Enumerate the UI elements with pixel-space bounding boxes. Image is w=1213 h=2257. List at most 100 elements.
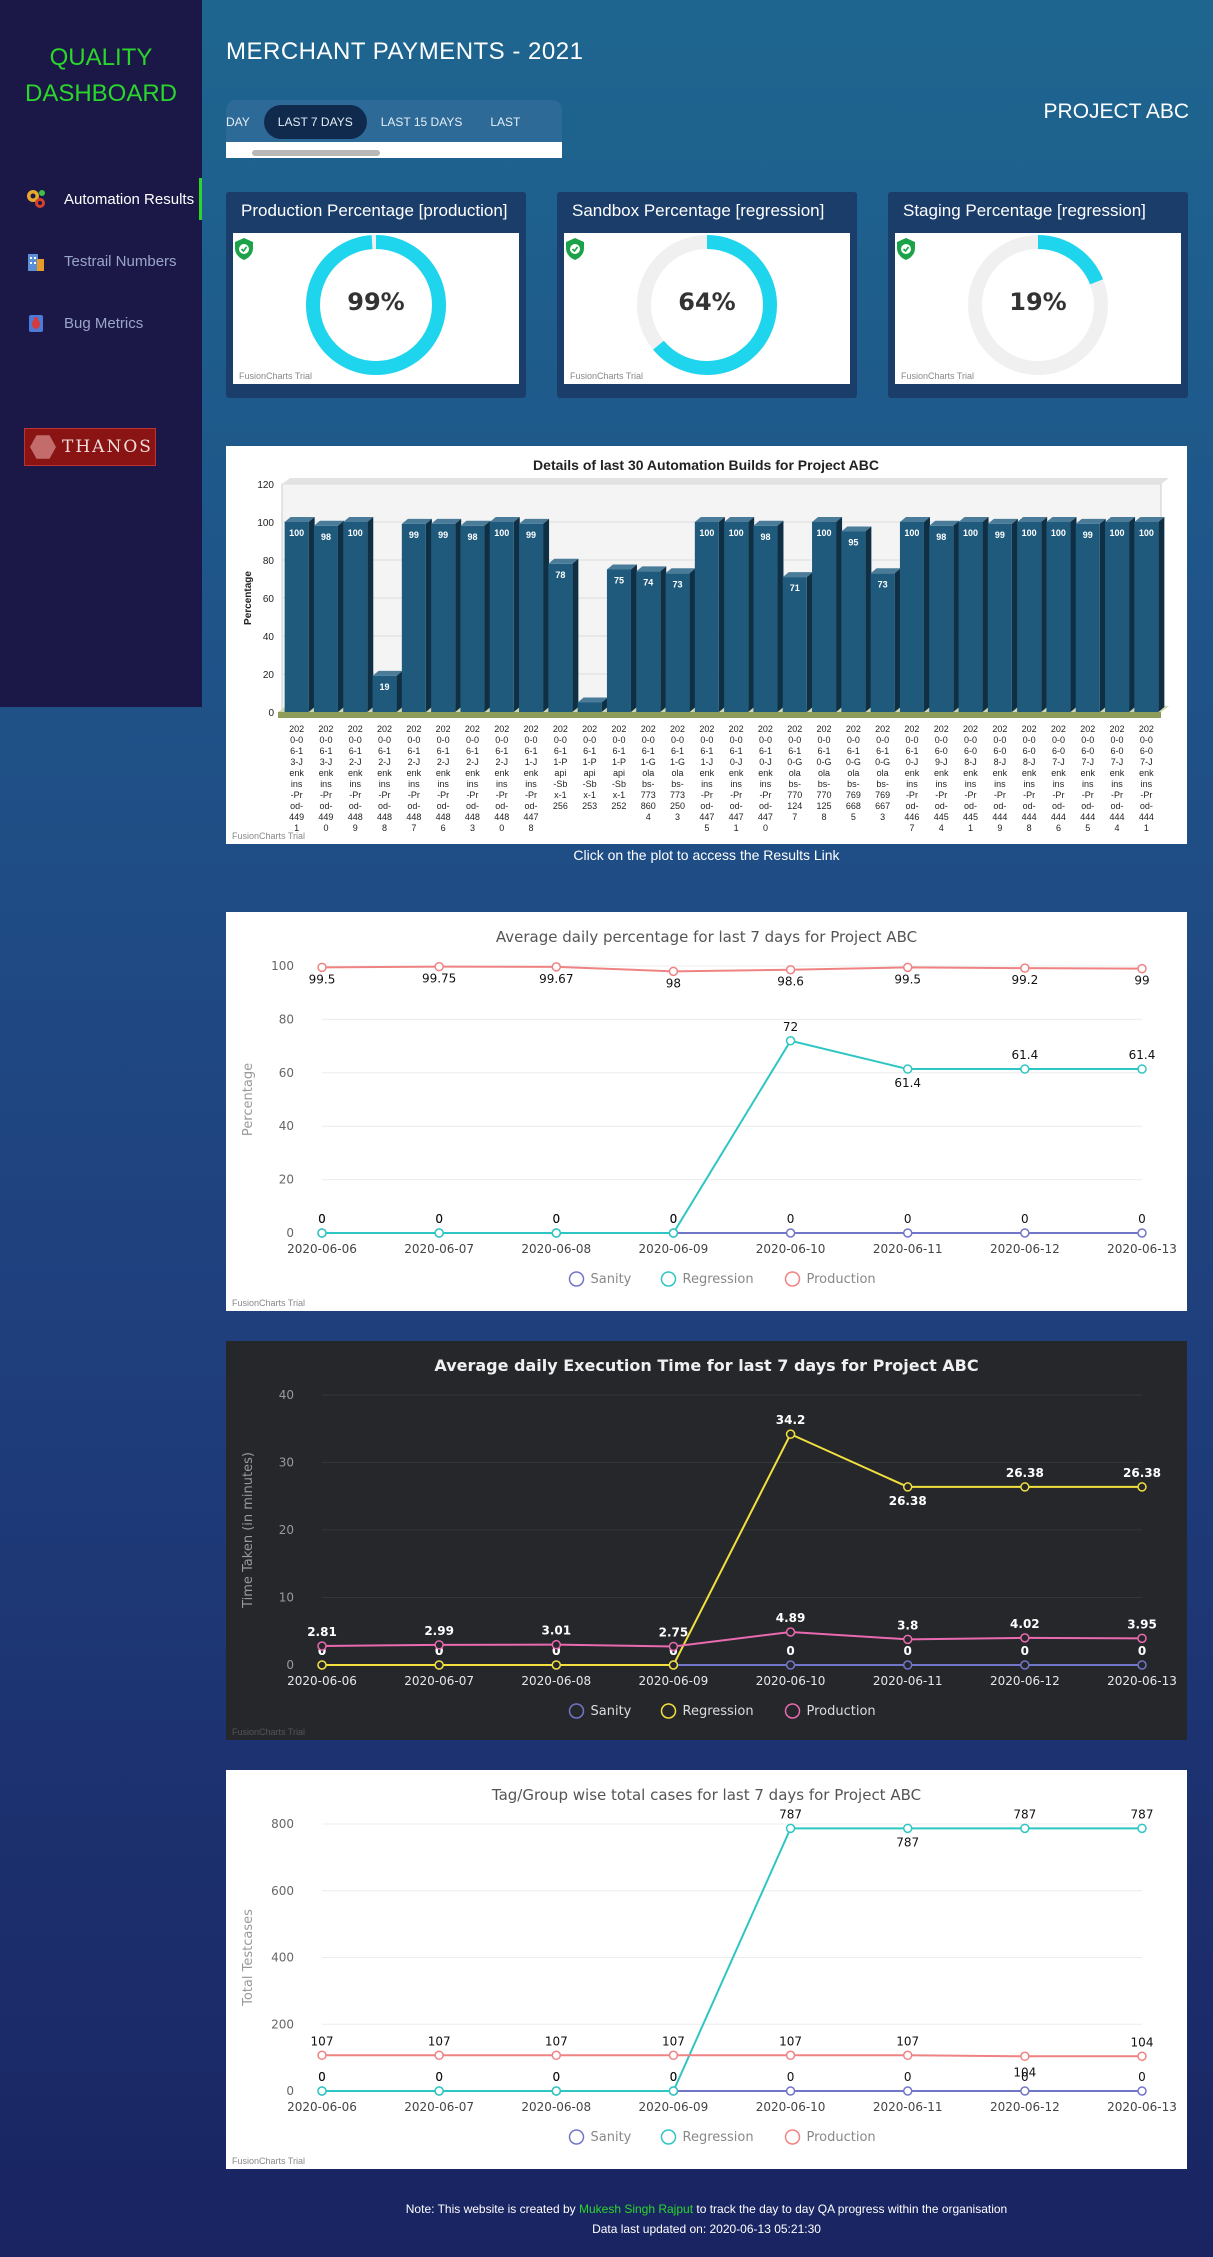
execution-time-line-chart[interactable]: Average daily Execution Time for last 7 … <box>226 1341 1187 1740</box>
sidebar-item-testrail-numbers[interactable]: Testrail Numbers <box>0 240 202 282</box>
bar <box>313 525 338 712</box>
data-value-label: 0 <box>786 1644 794 1658</box>
gauge-fill <box>1037 235 1104 285</box>
bar-value-label: 95 <box>848 538 858 548</box>
x-tick-label: 2020-06-13 <box>1107 2100 1177 2114</box>
data-value-label: 2.75 <box>659 1625 689 1639</box>
data-value-label: 0 <box>318 2070 326 2084</box>
data-point <box>668 966 679 977</box>
data-point <box>902 962 913 973</box>
data-point <box>1020 1228 1030 1238</box>
data-point <box>785 1228 796 1238</box>
bar-side <box>1011 518 1018 712</box>
data-point <box>317 962 327 973</box>
data-value-label: 0 <box>435 2070 443 2084</box>
data-value-label: 0 <box>904 1212 912 1226</box>
sidebar-item-label: Automation Results <box>64 190 195 208</box>
daily-percentage-line-chart[interactable]: Average daily percentage for last 7 days… <box>226 912 1187 1311</box>
bar <box>489 522 514 712</box>
y-tick-label: 10 <box>279 1591 294 1605</box>
x-tick-label: 202 0-0 6-1 2-J enk ins -Pr od-448 6 <box>436 724 451 833</box>
legend-label: Sanity <box>591 1704 632 1719</box>
bar-value-label: 100 <box>1051 528 1066 538</box>
data-point <box>1020 1064 1030 1074</box>
gauge-body[interactable]: 19% FusionCharts Trial <box>895 233 1181 384</box>
bar-side <box>337 520 344 712</box>
bar <box>577 702 602 712</box>
tab-last-more[interactable]: LAST <box>476 105 534 139</box>
data-point <box>785 2050 796 2061</box>
data-point <box>434 1640 444 1650</box>
tab-day[interactable]: DAY <box>226 105 264 139</box>
bar-value-label: 100 <box>1139 528 1154 538</box>
data-value-label: 0 <box>904 1644 912 1658</box>
legend-marker <box>660 1271 677 1287</box>
bar-side <box>1041 517 1048 712</box>
thanos-logo[interactable]: THANOS <box>24 428 156 466</box>
data-value-label: 787 <box>896 1835 919 1849</box>
builds-bar-chart-card[interactable]: Details of last 30 Automation Builds for… <box>226 446 1187 844</box>
execution-time-chart-card[interactable]: Average daily Execution Time for last 7 … <box>226 1341 1187 1740</box>
sidebar-item-label: Bug Metrics <box>64 314 144 332</box>
data-point <box>902 1482 913 1492</box>
bar <box>1075 523 1100 712</box>
data-point <box>1020 1660 1030 1670</box>
bar-value-label: 19 <box>380 682 390 692</box>
bar-chart-caption: Click on the plot to access the Results … <box>573 847 840 863</box>
bar-side <box>894 568 901 712</box>
bar-value-label: 99 <box>438 530 448 540</box>
data-value-label: 2.99 <box>424 1624 454 1638</box>
bar-value-label: 71 <box>790 583 800 593</box>
bar <box>1046 522 1071 712</box>
x-tick-label: 2020-06-06 <box>287 1242 357 1256</box>
bar-side <box>484 520 491 712</box>
author-link[interactable]: Mukesh Singh Rajput <box>579 2202 693 2216</box>
bar-value-label: 98 <box>760 532 770 542</box>
bar-side <box>718 517 725 712</box>
sidebar-item-bug-metrics[interactable]: Bug Metrics <box>0 302 202 344</box>
x-tick-label: 202 0-0 6-1 2-J enk ins -Pr od-448 0 <box>494 724 509 833</box>
tab-last-15-days[interactable]: LAST 15 DAYS <box>367 105 477 139</box>
data-point <box>317 1660 327 1670</box>
data-value-label: 2.81 <box>307 1625 337 1639</box>
gauge-body[interactable]: 99% FusionCharts Trial <box>233 233 519 384</box>
data-value-label: 3.01 <box>541 1624 571 1638</box>
y-tick-label: 600 <box>271 1884 294 1898</box>
bar-side <box>836 517 843 712</box>
bar-value-label: 100 <box>289 528 304 538</box>
data-point <box>1137 1633 1147 1644</box>
bug-icon <box>24 311 48 335</box>
legend-label: Production <box>807 2130 876 2145</box>
data-value-label: 104 <box>1131 2035 1154 2049</box>
builds-bar-chart[interactable]: Details of last 30 Automation Builds for… <box>226 446 1187 844</box>
data-point <box>785 1036 796 1046</box>
bar <box>929 525 954 712</box>
tabs-scrollbar-thumb[interactable] <box>252 150 380 156</box>
data-point <box>317 2086 327 2096</box>
shield-check-icon <box>235 238 253 260</box>
daily-percentage-chart-card[interactable]: Average daily percentage for last 7 days… <box>226 912 1187 1311</box>
x-tick-label: 202 0-0 6-1 3-J enk ins -Pr od-449 0 <box>318 724 333 833</box>
x-tick-label: 202 0-0 6-1 2-J enk ins -Pr od-448 8 <box>377 724 392 833</box>
tab-last-7-days[interactable]: LAST 7 DAYS <box>263 105 367 139</box>
x-tick-label: 2020-06-09 <box>639 2100 709 2114</box>
y-tick-label: 120 <box>257 480 274 491</box>
data-value-label: 4.02 <box>1010 1617 1040 1631</box>
brand-title[interactable]: QUALITY DASHBOARD <box>0 40 202 112</box>
x-tick-label: 2020-06-11 <box>873 2100 943 2114</box>
x-tick-label: 202 0-0 6-1 1-P api -Sb x-1 252 <box>611 724 626 811</box>
total-cases-line-chart[interactable]: Tag/Group wise total cases for last 7 da… <box>226 1770 1187 2169</box>
y-tick-label: 0 <box>286 1658 294 1672</box>
total-cases-chart-card[interactable]: Tag/Group wise total cases for last 7 da… <box>226 1770 1187 2169</box>
data-point <box>434 961 444 972</box>
bar-value-label: 99 <box>409 530 419 540</box>
gauge-body[interactable]: 64% FusionCharts Trial <box>564 233 850 384</box>
data-point <box>1020 1633 1030 1643</box>
footer-updated: Data last updated on: 2020-06-13 05:21:3… <box>592 2222 821 2236</box>
bar-value-label: 98 <box>467 532 477 542</box>
bar-value-label: 99 <box>1083 530 1093 540</box>
data-point <box>551 2050 562 2061</box>
sidebar-item-automation-results[interactable]: Automation Results <box>0 178 202 220</box>
data-value-label: 107 <box>545 2034 568 2048</box>
plot-top <box>282 478 1169 484</box>
